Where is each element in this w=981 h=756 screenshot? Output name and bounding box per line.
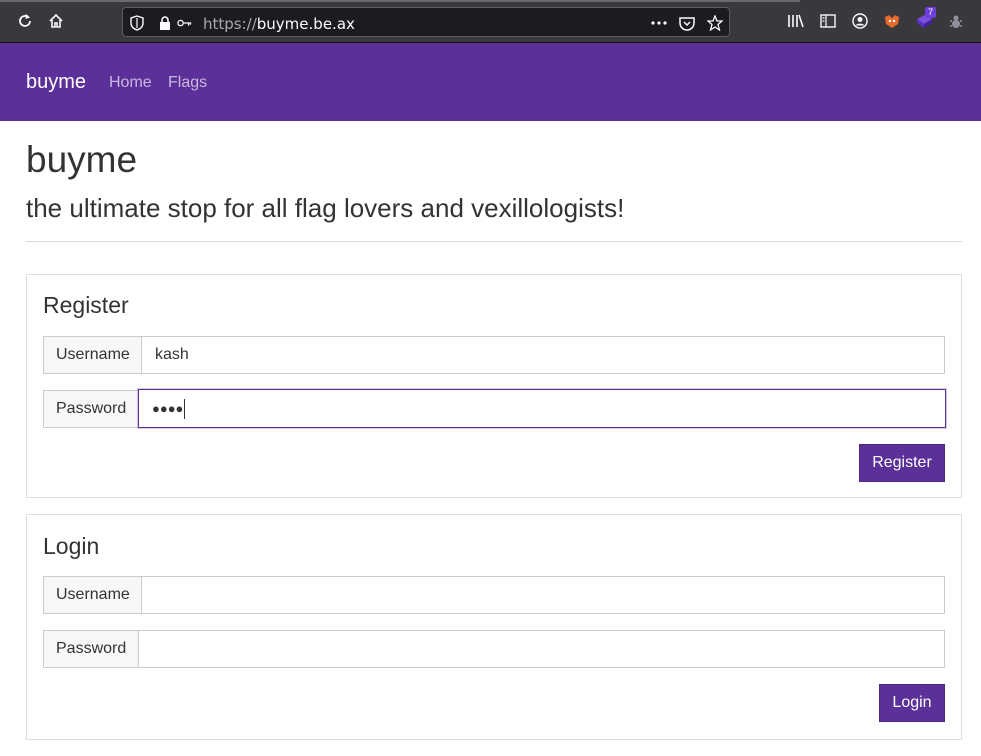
login-username-label: Username: [43, 576, 142, 614]
register-password-label: Password: [43, 390, 139, 428]
navbar-brand[interactable]: buyme: [26, 71, 86, 94]
account-icon[interactable]: [850, 11, 870, 31]
star-icon[interactable]: [707, 15, 723, 31]
login-panel: Login Username Password Login: [26, 514, 962, 740]
register-username-label: Username: [43, 336, 142, 374]
login-password-label: Password: [43, 630, 139, 668]
page-subtitle: the ultimate stop for all flag lovers an…: [26, 193, 625, 223]
site-navbar: buyme Home Flags: [0, 43, 981, 121]
register-username-value: kash: [155, 346, 189, 363]
reload-icon[interactable]: [15, 11, 35, 31]
nav-link-home[interactable]: Home: [109, 74, 152, 92]
extension-bug-icon[interactable]: [946, 11, 966, 31]
nav-link-flags[interactable]: Flags: [168, 74, 207, 92]
register-password-value: ●●●●: [152, 401, 184, 416]
sidebar-icon[interactable]: [818, 11, 838, 31]
browser-toolbar: https://buyme.be.ax 7: [0, 0, 981, 43]
extension-fox-icon[interactable]: [882, 11, 902, 31]
register-password-input[interactable]: ●●●●: [138, 389, 946, 428]
url-host: buyme.be.ax: [256, 15, 355, 33]
register-button[interactable]: Register: [859, 444, 945, 482]
pocket-icon[interactable]: [679, 15, 695, 31]
register-panel: Register Username kash Password ●●●● Reg…: [26, 274, 962, 498]
page-title: buyme: [26, 139, 138, 180]
tab-strip: [0, 0, 800, 2]
url-scheme: https://: [203, 15, 257, 33]
library-icon[interactable]: [786, 11, 806, 31]
extension-badge: 7: [925, 7, 937, 18]
text-caret: [184, 398, 186, 419]
url-text[interactable]: https://buyme.be.ax: [203, 15, 355, 33]
home-icon[interactable]: [46, 11, 66, 31]
register-username-input[interactable]: kash: [141, 336, 945, 374]
lock-icon[interactable]: [157, 15, 173, 31]
url-bar[interactable]: https://buyme.be.ax: [122, 7, 730, 37]
divider: [26, 241, 962, 242]
login-title: Login: [43, 533, 100, 559]
key-icon[interactable]: [177, 15, 193, 31]
shield-icon[interactable]: [129, 15, 145, 31]
login-password-input[interactable]: [138, 630, 945, 668]
login-button[interactable]: Login: [879, 684, 945, 722]
login-username-input[interactable]: [141, 576, 945, 614]
register-title: Register: [43, 292, 129, 318]
more-icon[interactable]: [651, 15, 667, 31]
